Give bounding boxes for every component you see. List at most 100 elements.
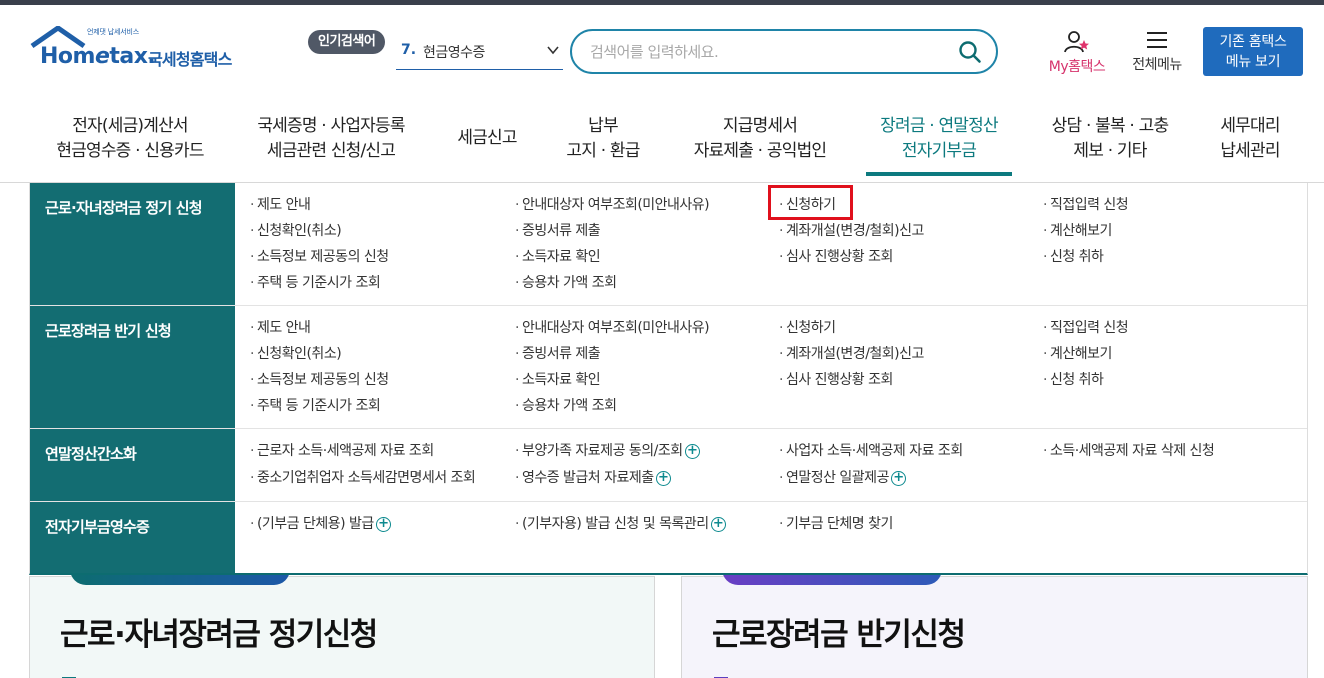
gnb-item-incentive[interactable]: 장려금 · 연말정산 전자기부금 — [866, 114, 1012, 176]
menu-item[interactable]: 신청하기 — [779, 317, 836, 339]
card-title: 근로·자녀장려금 정기신청 — [60, 617, 378, 653]
mega-menu: 근로·자녀장려금 정기 신청 제도 안내 안내대상자 여부조회(미안내사유) 신… — [29, 183, 1308, 575]
menu-item[interactable]: 증빙서류 제출 — [515, 343, 601, 365]
menu-item[interactable]: 소득정보 제공동의 신청 — [250, 369, 389, 391]
menu-group-half-year: 근로장려금 반기 신청 제도 안내 안내대상자 여부조회(미안내사유) 신청하기… — [30, 306, 1307, 429]
search-box — [570, 29, 998, 74]
menu-item-expandable[interactable]: (기부금 단체용) 발급+ — [250, 513, 391, 535]
global-navigation: 전자(세금)계산서 현금영수증 · 신용카드 국세증명 · 사업자등록 세금관련… — [0, 100, 1324, 183]
popular-rank: 7. — [401, 42, 417, 58]
menu-item[interactable]: 안내대상자 여부조회(미안내사유) — [515, 317, 710, 339]
gnb-line1: 세금신고 — [457, 128, 517, 148]
plus-circle-icon[interactable]: + — [890, 470, 906, 486]
menu-item[interactable]: 직접입력 신청 — [1043, 317, 1129, 339]
gnb-line2: 세금관련 신청/신고 — [266, 141, 396, 161]
plus-circle-icon[interactable]: + — [710, 516, 726, 532]
popular-term: 현금영수증 — [423, 45, 485, 61]
menu-item[interactable]: 계산해보기 — [1043, 220, 1112, 242]
menu-item[interactable]: 중소기업취업자 소득세감면명세서 조회 — [250, 467, 476, 489]
gnb-line1: 지급명세서 — [722, 116, 798, 136]
menu-item[interactable]: 소득자료 확인 — [515, 246, 601, 268]
gnb-item-tax-filing[interactable]: 세금신고 — [452, 126, 522, 151]
all-menu-label: 전체메뉴 — [1132, 57, 1182, 73]
gnb-line2: 납세관리 — [1220, 141, 1280, 161]
menu-item[interactable]: 신청확인(취소) — [250, 343, 342, 365]
menu-item[interactable]: 주택 등 기준시가 조회 — [250, 272, 381, 294]
gnb-item-tax-agent[interactable]: 세무대리 납세관리 — [1213, 114, 1287, 164]
menu-item[interactable]: 심사 진행상황 조회 — [779, 246, 893, 268]
menu-item[interactable]: 신청확인(취소) — [250, 220, 342, 242]
menu-item[interactable]: 계산해보기 — [1043, 343, 1112, 365]
search-icon[interactable] — [958, 40, 982, 64]
gnb-item-einvoice[interactable]: 전자(세금)계산서 현금영수증 · 신용카드 — [50, 114, 210, 164]
menu-item[interactable]: 직접입력 신청 — [1043, 194, 1129, 216]
popular-search-dropdown[interactable]: 7. 현금영수증 — [396, 34, 563, 70]
menu-item-label: (기부금 단체용) 발급 — [256, 516, 374, 532]
menu-item-expandable[interactable]: 연말정산 일괄제공+ — [779, 467, 906, 489]
menu-group-year-end: 연말정산간소화 근로자 소득·세액공제 자료 조회 부양가족 자료제공 동의/조… — [30, 429, 1307, 502]
plus-circle-icon[interactable]: + — [684, 443, 700, 459]
gnb-line1: 장려금 · 연말정산 — [880, 116, 999, 136]
gnb-item-consulting[interactable]: 상담 · 불복 · 고충 제보 · 기타 — [1043, 114, 1177, 164]
menu-item-label: 영수증 발급처 자료제출 — [521, 470, 654, 486]
menu-item-expandable[interactable]: 부양가족 자료제공 동의/조회+ — [515, 440, 700, 462]
menu-item[interactable]: 증빙서류 제출 — [515, 220, 601, 242]
gnb-line2: 현금영수증 · 신용카드 — [56, 141, 204, 161]
old-hometax-line1: 기존 홈택스 — [1219, 34, 1287, 50]
menu-item-label: (기부자용) 발급 신청 및 목록관리 — [521, 516, 709, 532]
hamburger-menu-icon — [1147, 32, 1167, 48]
gnb-line2: 전자기부금 — [901, 141, 977, 161]
highlight-box — [768, 185, 853, 220]
my-hometax-label: My홈택스 — [1048, 59, 1106, 75]
gnb-item-payment[interactable]: 납부 고지 · 환급 — [557, 114, 649, 164]
card-half-year-application[interactable]: 근로장려금 반기신청 — [681, 569, 1308, 678]
old-hometax-line2: 메뉴 보기 — [1225, 54, 1281, 70]
menu-group-title[interactable]: 근로·자녀장려금 정기 신청 — [45, 197, 230, 218]
menu-item[interactable]: 안내대상자 여부조회(미안내사유) — [515, 194, 710, 216]
chevron-down-icon — [547, 46, 559, 55]
menu-item[interactable]: 소득자료 확인 — [515, 369, 601, 391]
top-bar — [0, 0, 1324, 5]
gnb-line1: 세무대리 — [1220, 116, 1280, 136]
plus-circle-icon[interactable]: + — [375, 516, 391, 532]
menu-item[interactable]: 기부금 단체명 찾기 — [779, 513, 893, 535]
menu-item[interactable]: 심사 진행상황 조회 — [779, 369, 893, 391]
menu-item-expandable[interactable]: 영수증 발급처 자료제출+ — [515, 467, 671, 489]
menu-group-title[interactable]: 전자기부금영수증 — [45, 516, 230, 537]
menu-item[interactable]: 승용차 가액 조회 — [515, 395, 617, 417]
menu-item[interactable]: 제도 안내 — [250, 194, 311, 216]
gnb-item-payment-statement[interactable]: 지급명세서 자료제출 · 공익법인 — [685, 114, 835, 164]
my-hometax-button[interactable]: My홈택스 — [1040, 30, 1114, 76]
all-menu-button[interactable]: 전체메뉴 — [1124, 30, 1190, 76]
menu-group-title[interactable]: 근로장려금 반기 신청 — [45, 320, 230, 341]
menu-item[interactable]: 계좌개설(변경/철회)신고 — [779, 220, 924, 242]
gnb-line2: 자료제출 · 공익법인 — [693, 141, 827, 161]
menu-group-donation-receipt: 전자기부금영수증 (기부금 단체용) 발급+ (기부자용) 발급 신청 및 목록… — [30, 502, 1307, 573]
hometax-logo[interactable]: 언제댓 납세서비스 Hometax. 국세청홈택스 — [30, 26, 245, 74]
menu-item[interactable]: 승용차 가액 조회 — [515, 272, 617, 294]
card-title: 근로장려금 반기신청 — [712, 617, 966, 653]
menu-item[interactable]: 제도 안내 — [250, 317, 311, 339]
logo-tagline: 언제댓 납세서비스 — [87, 28, 139, 36]
gnb-line1: 전자(세금)계산서 — [72, 116, 188, 136]
popular-search-badge: 인기검색어 — [308, 30, 386, 54]
search-input[interactable] — [590, 40, 950, 64]
gnb-line2: 고지 · 환급 — [566, 141, 640, 161]
menu-item[interactable]: 신청 취하 — [1043, 369, 1104, 391]
logo-brand: Hometax. — [40, 44, 156, 69]
menu-group-title[interactable]: 연말정산간소화 — [45, 443, 230, 464]
menu-item[interactable]: 근로자 소득·세액공제 자료 조회 — [250, 440, 434, 462]
plus-circle-icon[interactable]: + — [655, 470, 671, 486]
menu-item[interactable]: 소득·세액공제 자료 삭제 신청 — [1043, 440, 1215, 462]
menu-item-expandable[interactable]: (기부자용) 발급 신청 및 목록관리+ — [515, 513, 726, 535]
menu-item[interactable]: 신청 취하 — [1043, 246, 1104, 268]
menu-item[interactable]: 사업자 소득·세액공제 자료 조회 — [779, 440, 963, 462]
menu-item-label: 연말정산 일괄제공 — [785, 470, 890, 486]
old-hometax-menu-button[interactable]: 기존 홈택스 메뉴 보기 — [1203, 27, 1303, 76]
gnb-item-certificate[interactable]: 국세증명 · 사업자등록 세금관련 신청/신고 — [250, 114, 412, 164]
menu-item[interactable]: 소득정보 제공동의 신청 — [250, 246, 389, 268]
menu-item[interactable]: 계좌개설(변경/철회)신고 — [779, 343, 924, 365]
menu-item[interactable]: 주택 등 기준시가 조회 — [250, 395, 381, 417]
gnb-line1: 납부 — [588, 116, 618, 136]
card-regular-application[interactable]: 근로·자녀장려금 정기신청 — [29, 569, 655, 678]
